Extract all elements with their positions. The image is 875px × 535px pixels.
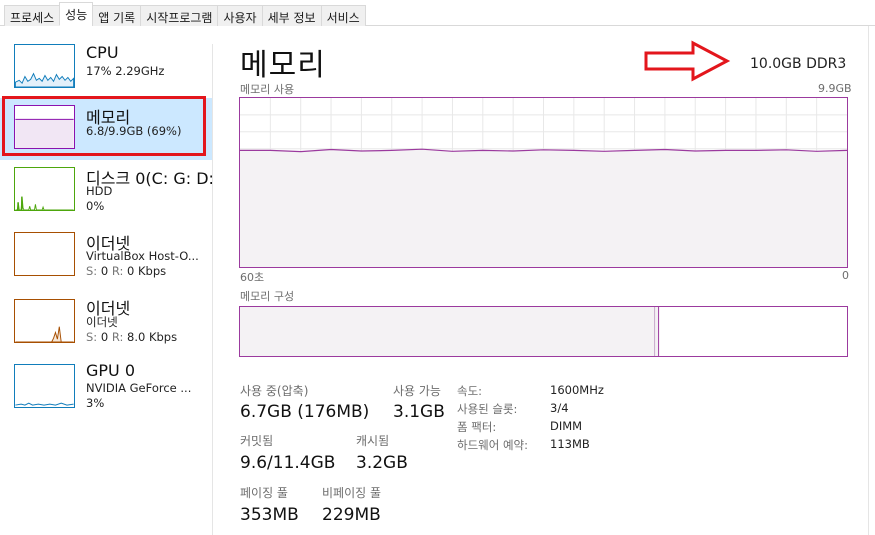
highlight-annotation-box [2,96,206,156]
cached-value: 3.2GB [356,453,408,473]
ethernet-thumbnail-graph [14,232,75,276]
sidebar-divider [212,44,213,535]
window-edge [868,26,869,535]
sidebar-item-detail: VirtualBox Host-O... [86,249,199,263]
arrow-right-annotation-icon [644,40,731,82]
memory-spec: 10.0GB DDR3 [750,56,847,72]
sidebar-item-title: CPU [86,43,119,62]
tab-performance[interactable]: 성능 [59,2,94,26]
receive-label: R: [111,264,124,278]
tab-bar: 프로세스 성능 앱 기록 시작프로그램 사용자 세부 정보 서비스 [0,0,875,26]
receive-label: R: [111,330,124,344]
cpu-thumbnail-graph [14,44,75,88]
receive-value: 8.0 Kbps [127,330,178,344]
send-label: S: [86,330,98,344]
tab-details[interactable]: 세부 정보 [261,5,322,26]
cached-label: 캐시됨 [356,434,390,448]
tab-services[interactable]: 서비스 [320,5,366,26]
speed-value: 1600MHz [550,383,604,397]
composition-label: 메모리 구성 [240,290,295,303]
sidebar-item-detail-2: 0% [86,199,105,213]
sidebar-item-detail: HDD [86,184,113,198]
sidebar-item-detail-2: S: 0 R: 8.0 Kbps [86,329,177,345]
memory-composition-bar [239,306,848,357]
graph-time-left: 60초 [240,271,265,284]
available-label: 사용 가능 [393,384,441,398]
speed-label: 속도: [457,384,483,398]
sidebar-item-detail: NVIDIA GeForce ... [86,381,192,395]
page-title: 메모리 [240,48,326,83]
paged-pool-value: 353MB [240,505,299,525]
sidebar-item-disk[interactable]: 디스크 0(C: G: D: HDD 0% [0,160,214,222]
tab-processes[interactable]: 프로세스 [4,5,61,26]
sidebar-item-ethernet[interactable]: 이더넷 이더넷 S: 0 R: 8.0 Kbps [0,292,212,354]
sidebar-item-title: GPU 0 [86,361,136,380]
paged-pool-label: 페이징 풀 [240,486,288,500]
sidebar-item-gpu[interactable]: GPU 0 NVIDIA GeForce ... 3% [0,358,212,420]
graph-time-right: 0 [842,269,849,282]
memory-usage-graph [239,97,848,268]
ethernet-thumbnail-graph [14,299,75,343]
tab-users[interactable]: 사용자 [217,5,263,26]
tab-app-history[interactable]: 앱 기록 [92,5,142,26]
sidebar-item-detail-2: 3% [86,396,105,410]
send-value: 0 [100,330,109,344]
sidebar-item-detail: 17% 2.29GHz [86,64,165,78]
sidebar-item-cpu[interactable]: CPU 17% 2.29GHz [0,36,212,98]
sidebar-item-detail: 이더넷 [86,315,118,329]
available-value: 3.1GB [393,402,445,422]
slots-used-value: 3/4 [550,401,569,415]
in-use-value: 6.7GB (176MB) [240,402,370,422]
sidebar-item-ethernet-virtualbox[interactable]: 이더넷 VirtualBox Host-O... S: 0 R: 0 Kbps [0,225,212,287]
form-factor-value: DIMM [550,419,583,433]
usage-graph-label: 메모리 사용 [240,83,295,96]
tab-startup[interactable]: 시작프로그램 [140,5,219,26]
committed-value: 9.6/11.4GB [240,453,336,473]
committed-label: 커밋됨 [240,434,274,448]
form-factor-label: 폼 팩터: [457,420,497,434]
send-label: S: [86,264,98,278]
gpu-thumbnail-graph [14,364,75,408]
sidebar-item-detail-2: S: 0 R: 0 Kbps [86,263,166,279]
receive-value: 0 Kbps [127,264,167,278]
hardware-reserved-value: 113MB [550,437,590,451]
hardware-reserved-label: 하드웨어 예약: [457,438,529,452]
send-value: 0 [100,264,109,278]
disk-thumbnail-graph [14,167,75,211]
usage-graph-max: 9.9GB [818,82,852,95]
in-use-label: 사용 중(압축) [240,384,309,398]
slots-used-label: 사용된 슬롯: [457,402,518,416]
nonpaged-pool-label: 비페이징 풀 [322,486,382,500]
nonpaged-pool-value: 229MB [322,505,381,525]
